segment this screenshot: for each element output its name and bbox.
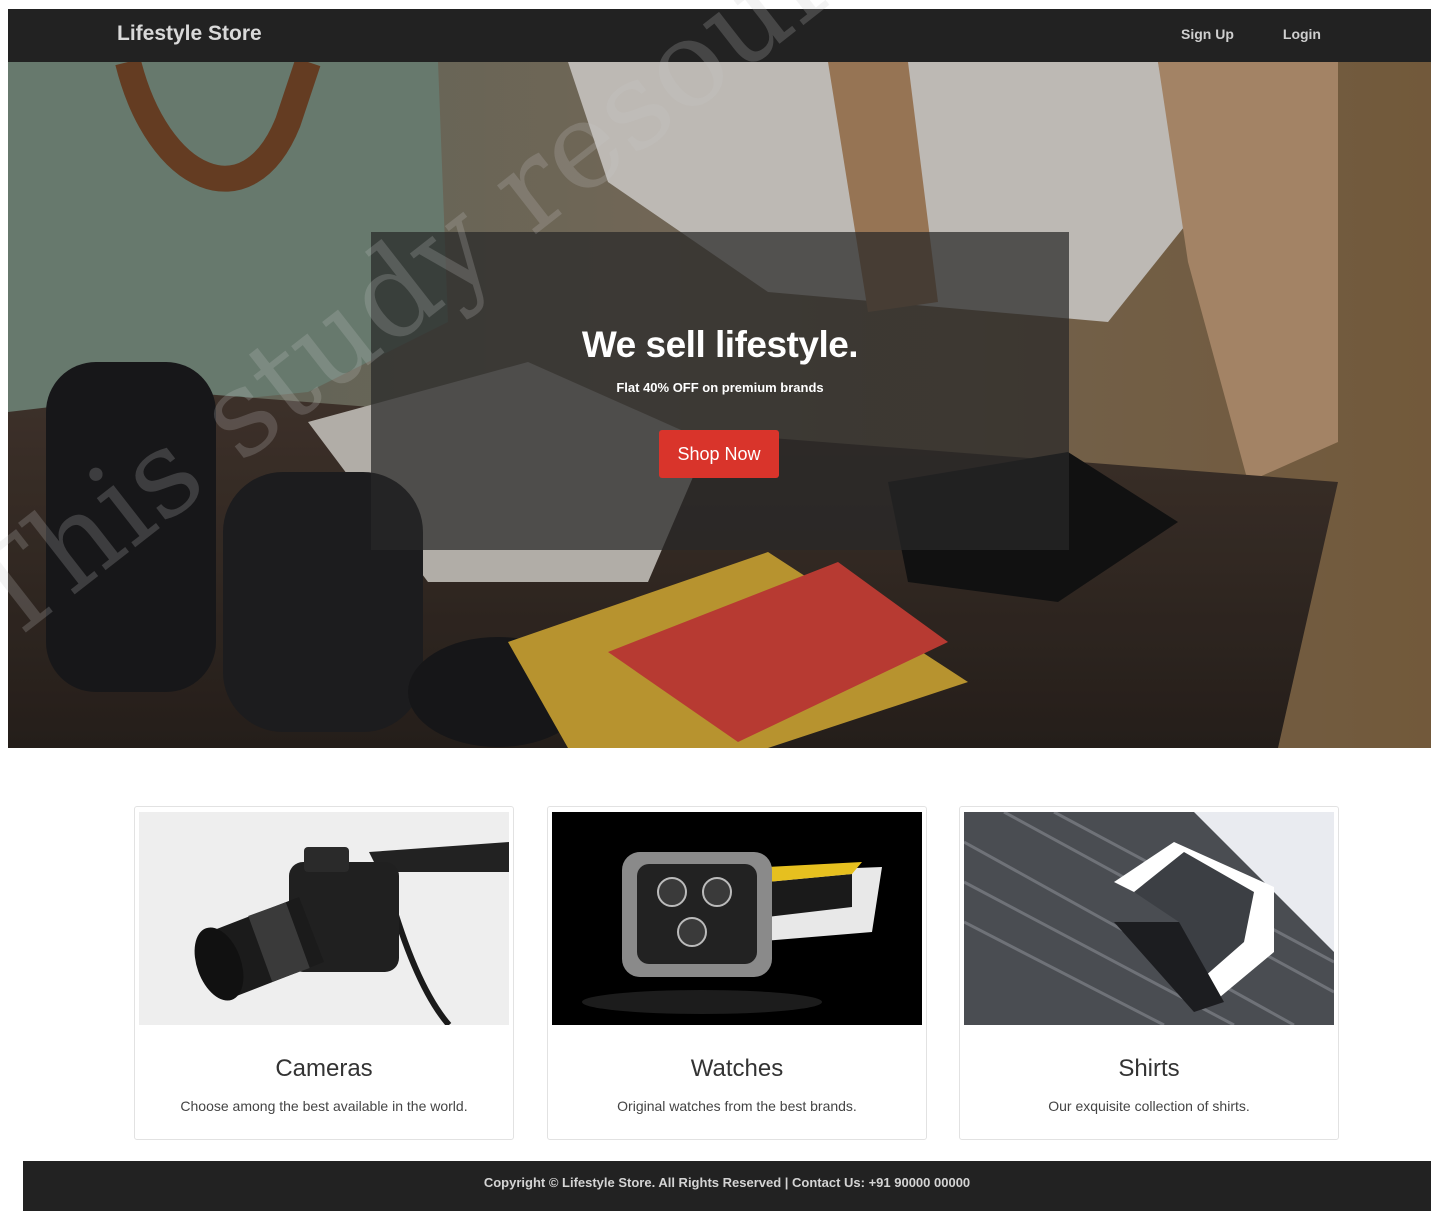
card-shirts[interactable]: Shirts Our exquisite collection of shirt… — [959, 806, 1339, 1140]
login-link[interactable]: Login — [1283, 26, 1321, 42]
sign-up-link[interactable]: Sign Up — [1181, 26, 1234, 42]
footer-copyright: Copyright © Lifestyle Store. All Rights … — [483, 1175, 971, 1190]
card-desc-watches: Original watches from the best brands. — [617, 1098, 857, 1114]
card-desc-cameras: Choose among the best available in the w… — [180, 1098, 468, 1114]
hero-caption-box: We sell lifestyle. Flat 40% OFF on premi… — [371, 232, 1069, 550]
cameras-image — [139, 812, 509, 1025]
card-desc-shirts: Our exquisite collection of shirts. — [1048, 1098, 1250, 1114]
hero-title: We sell lifestyle. — [581, 324, 859, 365]
card-cameras[interactable]: Cameras Choose among the best available … — [134, 806, 514, 1140]
nav-links: Sign Up Login — [1181, 26, 1321, 42]
shop-now-button[interactable]: Shop Now — [659, 430, 779, 478]
top-navbar: Lifestyle Store Sign Up Login — [8, 9, 1431, 62]
hero-subtitle: Flat 40% OFF on premium brands — [616, 380, 824, 395]
shirts-image — [964, 812, 1334, 1025]
card-title-shirts: Shirts — [1118, 1055, 1180, 1082]
card-title-cameras: Cameras — [275, 1055, 373, 1082]
watches-image — [552, 812, 922, 1025]
hero-banner: We sell lifestyle. Flat 40% OFF on premi… — [8, 62, 1431, 748]
brand-logo[interactable]: Lifestyle Store — [117, 22, 262, 46]
card-title-watches: Watches — [690, 1055, 784, 1082]
card-watches[interactable]: Watches Original watches from the best b… — [547, 806, 927, 1140]
footer: Copyright © Lifestyle Store. All Rights … — [23, 1161, 1431, 1211]
